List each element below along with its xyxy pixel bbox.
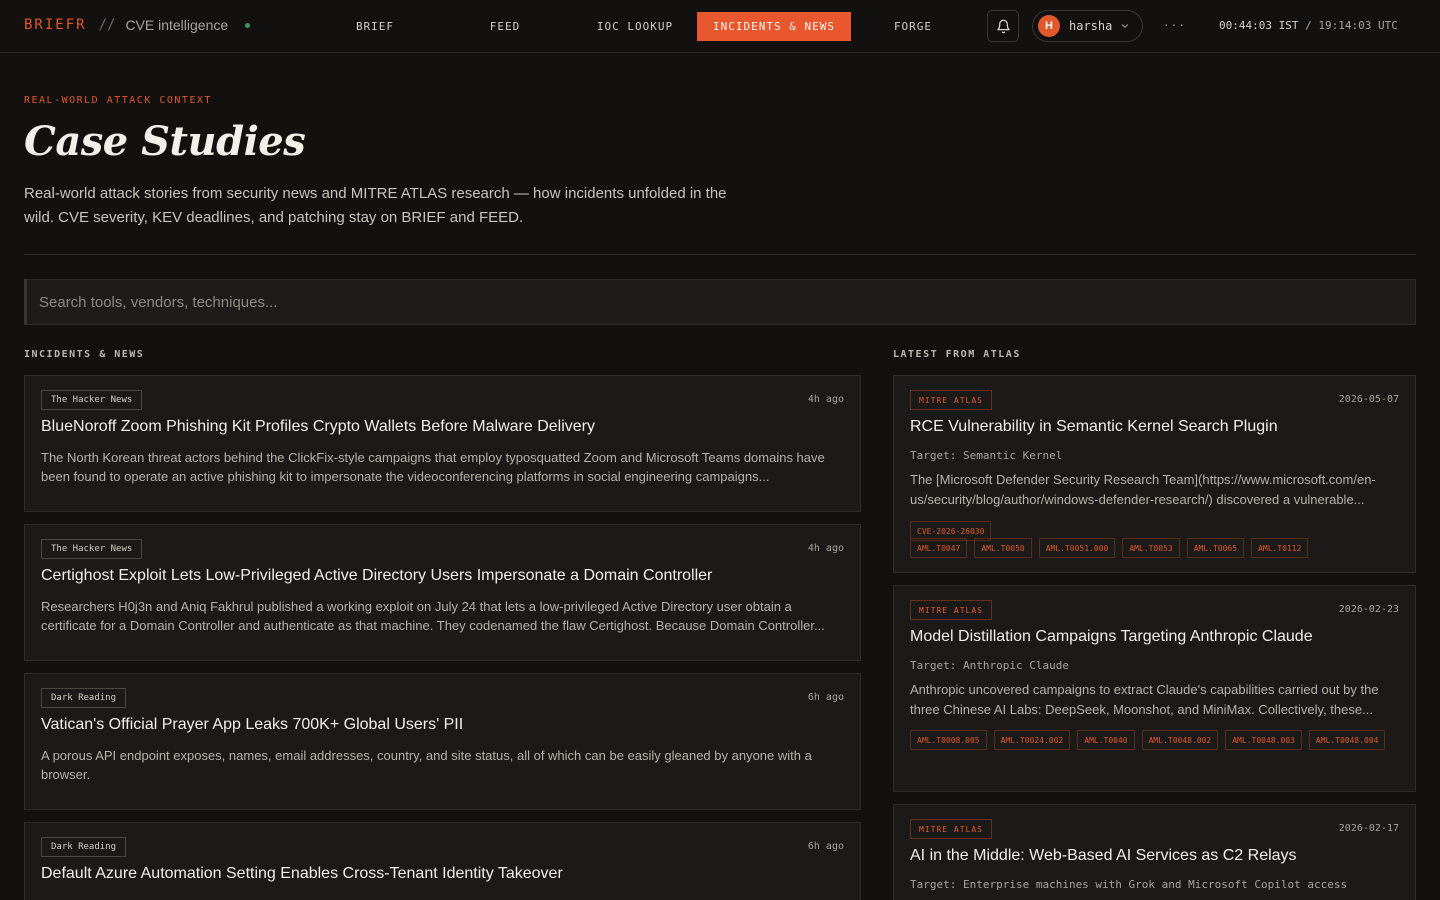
atlas-summary: Anthropic uncovered campaigns to extract… (910, 682, 1379, 717)
notifications-button[interactable] (987, 10, 1019, 42)
technique-tag[interactable]: AML.T0051.000 (1038, 538, 1116, 558)
atlas-card[interactable]: MITRE ATLAS 2026-05-07 RCE Vulnerability… (893, 375, 1416, 573)
time-ago: 4h ago (807, 394, 844, 405)
user-name: harsha (1069, 19, 1113, 33)
incident-title[interactable]: Certighost Exploit Lets Low-Privileged A… (41, 567, 844, 585)
technique-tag[interactable]: AML.T0050 (974, 538, 1032, 558)
clock: 00:44:03 IST / 19:14:03 UTC (1219, 19, 1398, 32)
atlas-section-label: LATEST FROM ATLAS (893, 349, 1021, 360)
nav-brief[interactable]: BRIEF (340, 12, 410, 41)
technique-tag[interactable]: AML.T0112 (1251, 538, 1309, 558)
technique-tag[interactable]: AML.T0024.002 (993, 730, 1071, 750)
brand[interactable]: BRIEFR // CVE intelligence (24, 17, 251, 33)
technique-tag[interactable]: AML.T0065 (1186, 538, 1245, 558)
chevron-down-icon (1122, 24, 1129, 28)
page-eyebrow: REAL-WORLD ATTACK CONTEXT (24, 95, 213, 106)
source-badge: Dark Reading (41, 688, 127, 708)
time-ago: 6h ago (807, 692, 844, 703)
clock-separator: / (1298, 19, 1319, 32)
incident-card[interactable]: Dark Reading 6h ago Default Azure Automa… (24, 822, 861, 900)
avatar: H (1038, 15, 1060, 37)
source-badge: The Hacker News (41, 539, 143, 559)
clock-utc: 19:14:03 UTC (1318, 19, 1398, 32)
incident-title[interactable]: Vatican's Official Prayer App Leaks 700K… (41, 716, 844, 734)
atlas-target: Target: Anthropic Claude (910, 659, 1069, 672)
technique-tag-list: AML.T0008.005 AML.T0024.002 AML.T0040 AM… (910, 730, 1405, 750)
atlas-title[interactable]: AI in the Middle: Web-Based AI Services … (910, 847, 1399, 865)
incident-summary: Researchers H0j3n and Aniq Fakhrul publi… (41, 599, 825, 633)
page-title: Case Studies (24, 118, 306, 165)
nav-forge[interactable]: FORGE (880, 12, 946, 41)
user-menu-button[interactable]: H harsha (1032, 10, 1143, 42)
atlas-target: Target: Enterprise machines with Grok an… (910, 878, 1348, 891)
brand-tagline: CVE intelligence (125, 17, 229, 33)
incident-title[interactable]: BlueNoroff Zoom Phishing Kit Profiles Cr… (41, 418, 844, 436)
incident-card[interactable]: The Hacker News 4h ago BlueNoroff Zoom P… (24, 375, 861, 512)
atlas-badge: MITRE ATLAS (910, 600, 992, 620)
page-intro: Real-world attack stories from security … (24, 185, 727, 226)
atlas-badge: MITRE ATLAS (910, 819, 992, 839)
more-menu-button[interactable]: ··· (1164, 16, 1187, 32)
divider (24, 254, 1416, 255)
atlas-date: 2026-05-07 (1338, 394, 1399, 405)
time-ago: 4h ago (807, 543, 844, 554)
bell-icon (996, 19, 1010, 33)
incidents-section-label: INCIDENTS & NEWS (24, 349, 145, 360)
top-bar: BRIEFR // CVE intelligence BRIEF FEED IO… (0, 0, 1440, 53)
source-badge: Dark Reading (41, 837, 127, 857)
brand-separator: // (98, 17, 116, 33)
atlas-date: 2026-02-23 (1338, 604, 1399, 615)
atlas-date: 2026-02-17 (1338, 823, 1399, 834)
search-input[interactable] (24, 279, 1416, 325)
source-badge: The Hacker News (41, 390, 143, 410)
incident-card[interactable]: The Hacker News 4h ago Certighost Exploi… (24, 524, 861, 661)
incident-card[interactable]: Dark Reading 6h ago Vatican's Official P… (24, 673, 861, 810)
time-ago: 6h ago (807, 841, 844, 852)
status-dot-icon (245, 22, 251, 28)
technique-tag[interactable]: AML.T0048.003 (1225, 730, 1302, 750)
atlas-card[interactable]: MITRE ATLAS 2026-02-23 Model Distillatio… (893, 585, 1416, 792)
atlas-card[interactable]: MITRE ATLAS 2026-02-17 AI in the Middle:… (893, 804, 1416, 900)
atlas-title[interactable]: Model Distillation Campaigns Targeting A… (910, 628, 1399, 646)
incident-summary: The North Korean threat actors behind th… (41, 450, 825, 484)
atlas-title[interactable]: RCE Vulnerability in Semantic Kernel Sea… (910, 418, 1399, 436)
brand-name: BRIEFR (24, 17, 87, 33)
technique-tag[interactable]: AML.T0048.004 (1308, 730, 1386, 750)
technique-tag[interactable]: AML.T0040 (1077, 730, 1135, 750)
atlas-summary: The [Microsoft Defender Security Researc… (910, 472, 1376, 507)
incident-summary: A porous API endpoint exposes, names, em… (41, 748, 812, 782)
technique-tag[interactable]: AML.T0053 (1122, 538, 1180, 558)
atlas-target: Target: Semantic Kernel (910, 449, 1063, 462)
technique-tag-list: AML.T0047 AML.T0050 AML.T0051.000 AML.T0… (910, 538, 1405, 558)
incident-title[interactable]: Default Azure Automation Setting Enables… (41, 865, 844, 883)
technique-tag[interactable]: AML.T0008.005 (910, 730, 987, 750)
clock-ist: 00:44:03 IST (1219, 19, 1299, 32)
nav-feed[interactable]: FEED (475, 12, 535, 41)
technique-tag[interactable]: AML.T0048.002 (1141, 730, 1219, 750)
nav-incidents-news[interactable]: INCIDENTS & NEWS (697, 12, 851, 41)
technique-tag[interactable]: AML.T0047 (910, 538, 968, 558)
nav-ioc-lookup[interactable]: IOC LOOKUP (590, 12, 680, 41)
atlas-badge: MITRE ATLAS (910, 390, 992, 410)
